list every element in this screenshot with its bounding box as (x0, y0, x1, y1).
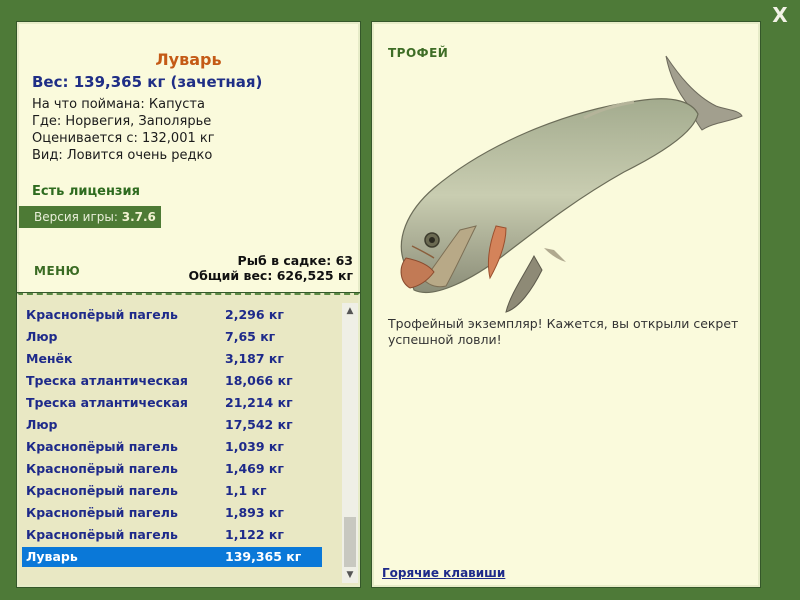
catch-row[interactable]: Краснопёрый пагель 1,469 кг (22, 459, 322, 479)
catch-row[interactable]: Луварь 139,365 кг (22, 547, 322, 567)
catch-row-name: Треска атлантическая (26, 373, 188, 388)
scroll-thumb[interactable] (344, 517, 356, 567)
version-value: 3.7.6 (121, 210, 156, 224)
catch-row-name: Краснопёрый пагель (26, 527, 178, 542)
scrollbar[interactable]: ▲ ▼ (342, 303, 358, 583)
catch-list[interactable]: Краснопёрый пагель 2,296 кг Люр 7,65 кг Менё… (19, 295, 339, 585)
catch-row[interactable]: Треска атлантическая 18,066 кг (22, 371, 322, 391)
catch-row[interactable]: Менёк 3,187 кг (22, 349, 322, 369)
catch-row-weight: 1,893 кг (225, 505, 284, 520)
catch-row[interactable]: Люр 17,542 кг (22, 415, 322, 435)
license-status: Есть лицензия (32, 184, 140, 199)
catch-row[interactable]: Краснопёрый пагель 2,296 кг (22, 305, 322, 325)
version-badge: Версия игры: 3.7.6 (19, 206, 161, 228)
catch-row-weight: 1,1 кг (225, 483, 267, 498)
catch-row-name: Краснопёрый пагель (26, 483, 178, 498)
catch-row[interactable]: Треска атлантическая 21,214 кг (22, 393, 322, 413)
fish-count: Рыб в садке: 63 (237, 253, 353, 268)
catch-row-name: Краснопёрый пагель (26, 307, 178, 322)
scroll-up-icon[interactable]: ▲ (342, 303, 358, 319)
catch-row-name: Луварь (26, 549, 78, 564)
trophy-description: Трофейный экземпляр! Кажется, вы открыли… (388, 316, 739, 347)
catch-row-name: Люр (26, 417, 58, 432)
species-line: Вид: Ловится очень редко (32, 148, 213, 163)
catch-row-weight: 139,365 кг (225, 549, 302, 564)
catch-row[interactable]: Люр 7,65 кг (22, 327, 322, 347)
catch-row[interactable]: Краснопёрый пагель 1,1 кг (22, 481, 322, 501)
catch-row-weight: 1,469 кг (225, 461, 284, 476)
catch-row-name: Треска атлантическая (26, 395, 188, 410)
catch-row-name: Краснопёрый пагель (26, 439, 178, 454)
close-button[interactable]: X (770, 4, 790, 26)
catch-row-name: Менёк (26, 351, 73, 366)
location-line: Где: Норвегия, Заполярье (32, 114, 212, 129)
catch-row-weight: 3,187 кг (225, 351, 284, 366)
catch-row-weight: 1,039 кг (225, 439, 284, 454)
total-weight: Общий вес: 626,525 кг (188, 268, 354, 283)
version-label: Версия игры: (34, 210, 118, 224)
catch-row[interactable]: Краснопёрый пагель 1,893 кг (22, 503, 322, 523)
catch-row-weight: 2,296 кг (225, 307, 284, 322)
menu-button[interactable]: МЕНЮ (34, 264, 80, 278)
catch-list-panel: Краснопёрый пагель 2,296 кг Люр 7,65 кг Менё… (17, 293, 360, 587)
hotkeys-link[interactable]: Горячие клавиши (382, 566, 505, 580)
catch-row-weight: 17,542 кг (225, 417, 293, 432)
catch-row[interactable]: Краснопёрый пагель 1,039 кг (22, 437, 322, 457)
trophy-panel: ТРОФЕЙ Трофейный экземпляр! Кажется, вы … (372, 22, 760, 587)
catch-row-weight: 18,066 кг (225, 373, 293, 388)
catch-row-weight: 21,214 кг (225, 395, 293, 410)
catch-row-weight: 7,65 кг (225, 329, 276, 344)
catch-row-name: Краснопёрый пагель (26, 461, 178, 476)
fish-name: Луварь (155, 50, 222, 69)
fish-info-panel: Луварь Вес: 139,365 кг (зачетная) На что… (17, 22, 360, 296)
min-weight-line: Оценивается с: 132,001 кг (32, 131, 215, 146)
bait-line: На что поймана: Капуста (32, 97, 205, 112)
catch-row-name: Краснопёрый пагель (26, 505, 178, 520)
keepnet-stats: Рыб в садке: 63 Общий вес: 626,525 кг (189, 253, 354, 283)
catch-row-name: Люр (26, 329, 58, 344)
catch-row[interactable]: Краснопёрый пагель 1,122 кг (22, 525, 322, 545)
catch-row-weight: 1,122 кг (225, 527, 284, 542)
fish-details: На что поймана: Капуста Где: Норвегия, З… (32, 96, 215, 164)
fish-weight: Вес: 139,365 кг (зачетная) (32, 73, 263, 91)
scroll-down-icon[interactable]: ▼ (342, 567, 358, 583)
fish-image (400, 55, 743, 313)
